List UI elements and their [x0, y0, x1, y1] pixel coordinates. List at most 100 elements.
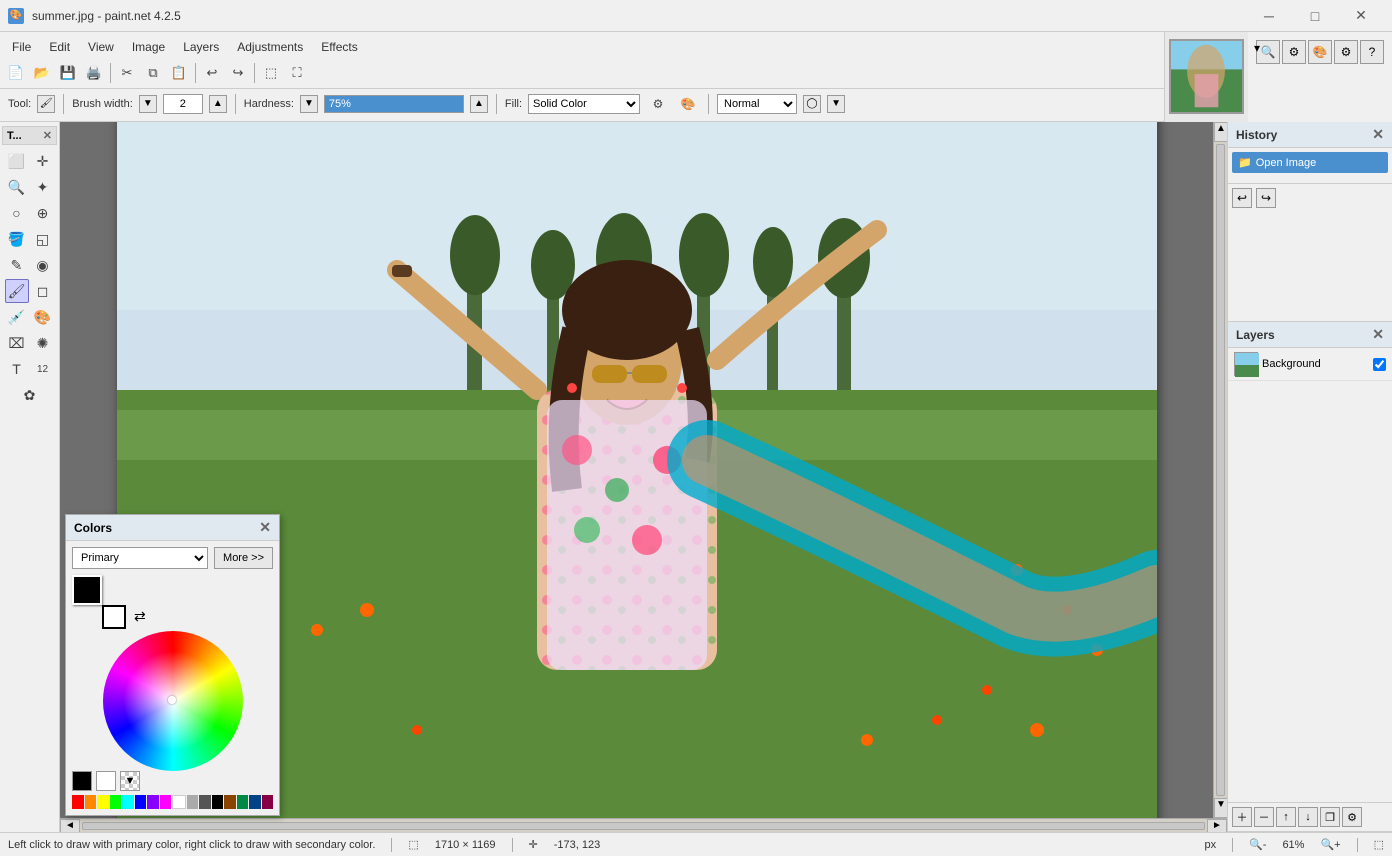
palette-yellow[interactable]	[97, 795, 109, 809]
layers-close-btn[interactable]: ✕	[1372, 326, 1384, 343]
history-undo-btn[interactable]: ↩	[1232, 188, 1252, 208]
palette-darkpurple[interactable]	[262, 795, 274, 809]
history-item-open[interactable]: 📁 Open Image	[1232, 152, 1388, 173]
menu-image[interactable]: Image	[124, 38, 173, 56]
thumbnail-dropdown-btn[interactable]: ▾	[1252, 39, 1262, 57]
magic-wand-tool[interactable]: ✦	[31, 175, 55, 199]
right-btn-help[interactable]: ?	[1360, 40, 1384, 64]
close-button[interactable]: ✕	[1338, 0, 1384, 32]
brush-width-increase[interactable]: ▲	[209, 95, 227, 113]
hardness-decrease[interactable]: ▼	[300, 95, 318, 113]
paint-bucket-tool[interactable]: 🪣	[5, 227, 29, 251]
black-swatch-btn[interactable]	[72, 771, 92, 791]
paste-button[interactable]: 📋	[167, 61, 191, 85]
color-picker-tool[interactable]: 💉	[5, 305, 29, 329]
cut-button[interactable]: ✂	[115, 61, 139, 85]
print-button[interactable]: 🖨️	[82, 61, 106, 85]
blend-options-btn[interactable]: ▼	[827, 95, 845, 113]
vertical-scrollbar[interactable]: ▲ ▼	[1213, 122, 1227, 818]
palette-brown[interactable]	[224, 795, 236, 809]
layer-settings-btn[interactable]: ⚙	[1342, 807, 1362, 827]
save-button[interactable]: 💾	[56, 61, 80, 85]
number-tool[interactable]: 12	[31, 357, 55, 381]
colors-close-btn[interactable]: ✕	[259, 519, 271, 536]
fill-dropdown[interactable]: Solid Color Linear Gradient Radial Gradi…	[528, 94, 640, 114]
pencil-tool[interactable]: ✎	[5, 253, 29, 277]
menu-layers[interactable]: Layers	[175, 38, 227, 56]
recolor-tool[interactable]: 🎨	[31, 305, 55, 329]
swap-colors-btn[interactable]: ⇄	[134, 608, 146, 625]
right-btn-tools[interactable]: ⚙	[1334, 40, 1358, 64]
palette-navy[interactable]	[249, 795, 261, 809]
paintbrush-tool[interactable]: 🖌	[5, 279, 29, 303]
right-btn-settings[interactable]: ⚙	[1282, 40, 1306, 64]
menu-edit[interactable]: Edit	[41, 38, 78, 56]
tool-picker[interactable]: 🖌	[37, 95, 55, 113]
status-zoom-increase-btn[interactable]: 🔍+	[1320, 838, 1340, 851]
rectangle-select-tool[interactable]: ⬜	[5, 149, 29, 173]
horizontal-scrollbar[interactable]: ◄ ►	[60, 818, 1227, 832]
primary-color-swatch[interactable]	[72, 575, 102, 605]
secondary-color-swatch[interactable]	[102, 605, 126, 629]
image-thumbnail[interactable]	[1169, 39, 1244, 114]
palette-darkgreen[interactable]	[237, 795, 249, 809]
copy-button[interactable]: ⧉	[141, 61, 165, 85]
fill-secondary-btn[interactable]: 🎨	[676, 92, 700, 116]
fit-window-btn[interactable]: ⬚	[1374, 838, 1384, 851]
menu-file[interactable]: File	[4, 38, 39, 56]
palette-green[interactable]	[110, 795, 122, 809]
tool-panel-close[interactable]: ✕	[43, 129, 52, 142]
brush-width-input[interactable]	[163, 94, 203, 114]
minimize-button[interactable]: ─	[1246, 0, 1292, 32]
brush-width-decrease[interactable]: ▼	[139, 95, 157, 113]
fill-options-btn[interactable]: ⚙	[646, 92, 670, 116]
layer-add-btn[interactable]: ＋	[1232, 807, 1252, 827]
text-tool[interactable]: T	[5, 357, 29, 381]
blend-mode-dropdown[interactable]: Normal Multiply Screen Overlay	[717, 94, 797, 114]
palette-blue[interactable]	[135, 795, 147, 809]
ellipse-tool[interactable]: ⊕	[31, 201, 55, 225]
menu-view[interactable]: View	[80, 38, 122, 56]
hardness-increase[interactable]: ▲	[470, 95, 488, 113]
menu-effects[interactable]: Effects	[313, 38, 365, 56]
layer-down-btn[interactable]: ↓	[1298, 807, 1318, 827]
colors-more-btn[interactable]: More >>	[214, 547, 273, 569]
redo-button[interactable]: ↪	[226, 61, 250, 85]
eraser-tool[interactable]: ◻	[31, 279, 55, 303]
palette-black[interactable]	[212, 795, 224, 809]
white-swatch-btn[interactable]	[96, 771, 116, 791]
clone-stamp-tool[interactable]: ◉	[31, 253, 55, 277]
stamp-tool[interactable]: ⌧	[5, 331, 29, 355]
gradient-tool[interactable]: ◱	[31, 227, 55, 251]
maximize-button[interactable]: □	[1292, 0, 1338, 32]
menu-adjustments[interactable]: Adjustments	[229, 38, 311, 56]
lasso-tool[interactable]: ○	[5, 201, 29, 225]
palette-cyan[interactable]	[122, 795, 134, 809]
palette-magenta[interactable]	[160, 795, 172, 809]
move-tool[interactable]: ✛	[31, 149, 55, 173]
shape-tool[interactable]: ✿	[18, 383, 42, 407]
palette-white[interactable]	[172, 795, 186, 809]
resize-button[interactable]: ⛶	[285, 61, 309, 85]
layer-duplicate-btn[interactable]: ❐	[1320, 807, 1340, 827]
layer-item-background[interactable]: Background	[1228, 348, 1392, 381]
open-button[interactable]: 📂	[30, 61, 54, 85]
palette-lightgray[interactable]	[187, 795, 199, 809]
status-zoom-decrease-btn[interactable]: 🔍-	[1249, 838, 1266, 851]
undo-button[interactable]: ↩	[200, 61, 224, 85]
alpha-btn[interactable]: ◯	[803, 95, 821, 113]
color-wheel-container[interactable]	[103, 631, 243, 771]
new-button[interactable]: 📄	[4, 61, 28, 85]
history-close-btn[interactable]: ✕	[1372, 126, 1384, 143]
layer-visible-checkbox[interactable]	[1373, 358, 1386, 371]
right-btn-color[interactable]: 🎨	[1308, 40, 1332, 64]
color-mode-dropdown[interactable]: Primary Secondary	[72, 547, 208, 569]
palette-red[interactable]	[72, 795, 84, 809]
layer-up-btn[interactable]: ↑	[1276, 807, 1296, 827]
palette-purple[interactable]	[147, 795, 159, 809]
palette-darkgray[interactable]	[199, 795, 211, 809]
transparent-swatch-btn[interactable]: ▼	[120, 771, 140, 791]
palette-orange[interactable]	[85, 795, 97, 809]
blob-tool[interactable]: ✺	[31, 331, 55, 355]
crop-button[interactable]: ⬚	[259, 61, 283, 85]
